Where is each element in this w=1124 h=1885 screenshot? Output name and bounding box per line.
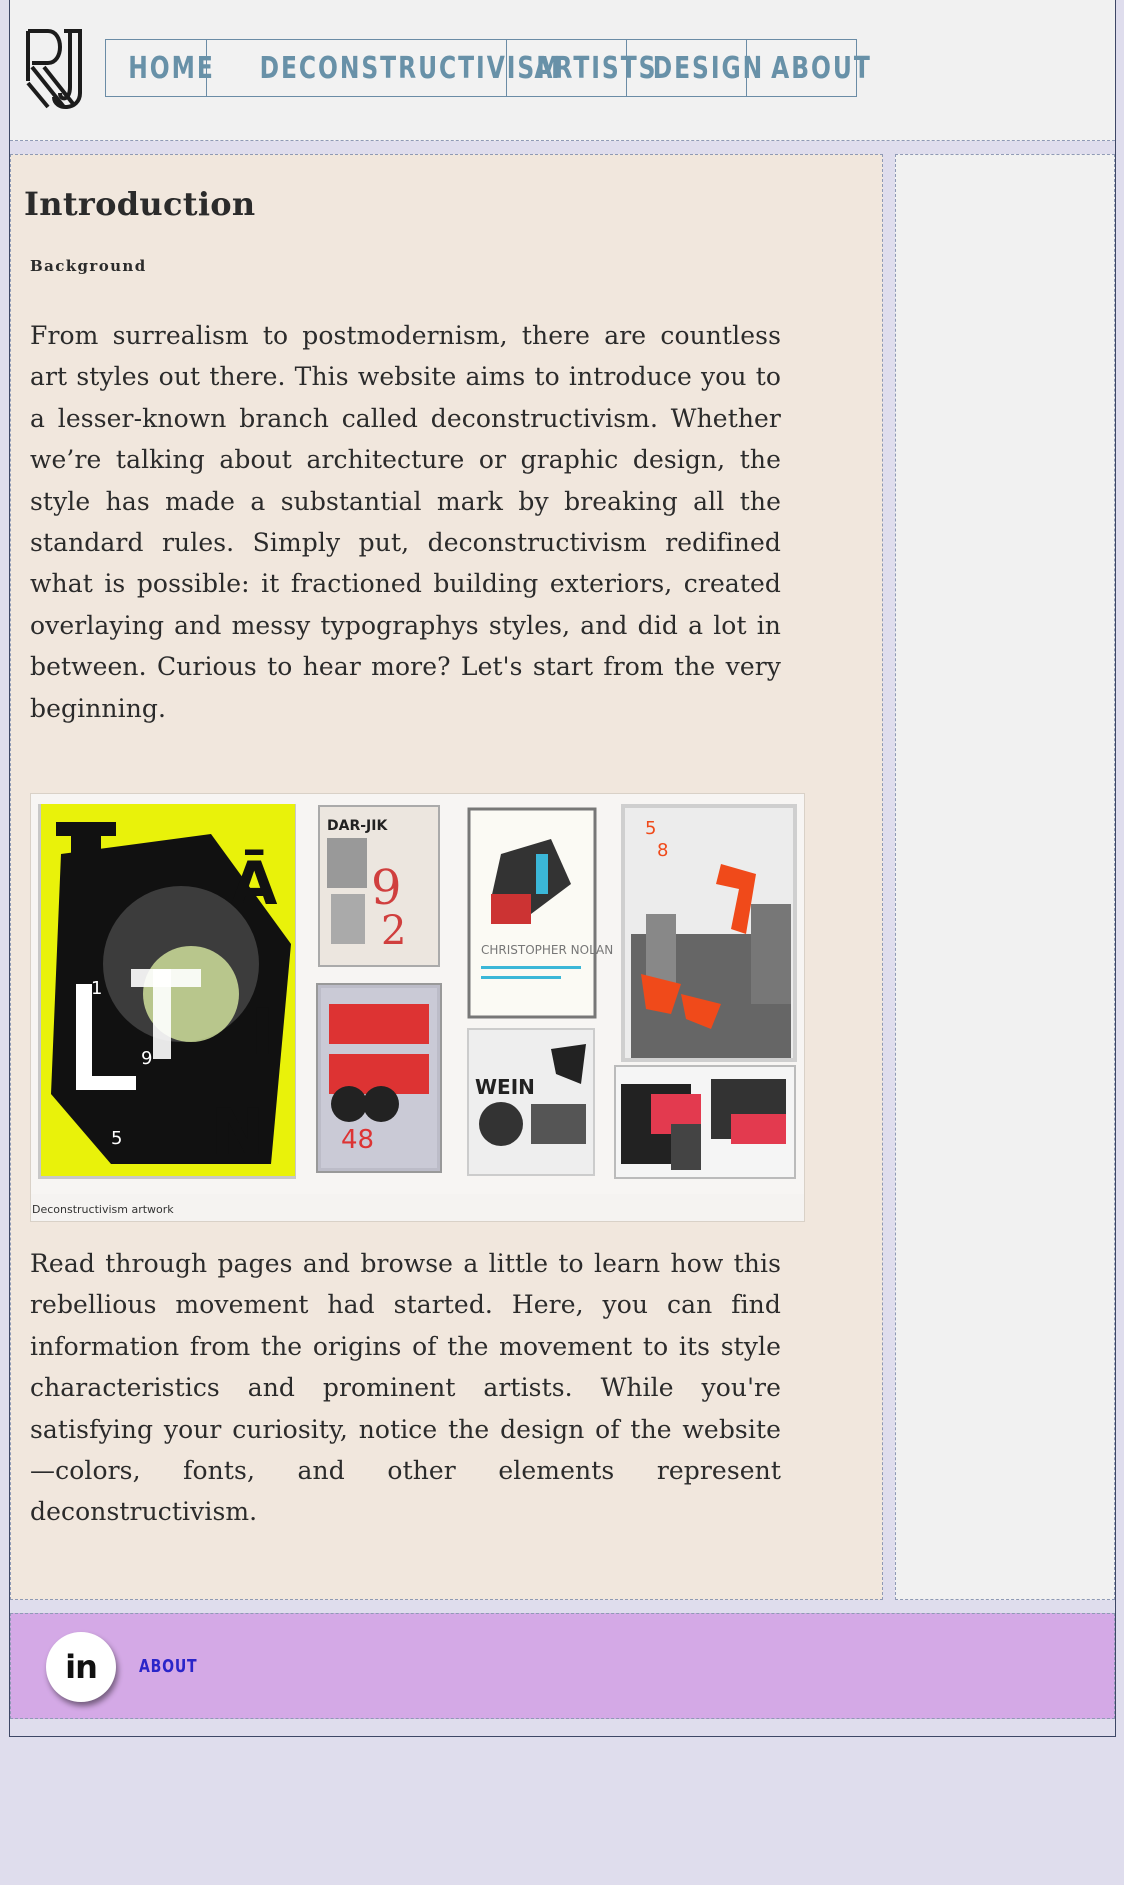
footer-about-link[interactable]: ABOUT: [139, 1656, 214, 1677]
svg-text:N: N: [211, 1096, 265, 1170]
footer-about-label: ABOUT: [139, 1656, 198, 1677]
svg-text:5: 5: [645, 818, 656, 839]
site-header: HOME DECONSTRUCTIVISM ARTISTS DESIGN ABO…: [10, 0, 1115, 141]
figure-caption: Deconstructivism artwork: [32, 1203, 174, 1216]
poster5-text: WEIN: [475, 1075, 535, 1099]
site-logo[interactable]: [24, 27, 88, 111]
nav-home-label: HOME: [128, 50, 215, 86]
svg-text:1: 1: [91, 978, 102, 999]
sidebar: [895, 154, 1115, 1600]
svg-text:Ā: Ā: [231, 848, 278, 919]
nav-home[interactable]: HOME: [106, 40, 213, 96]
nav-about-label: ABOUT: [771, 50, 872, 86]
section-label: Background: [30, 257, 147, 275]
main-content: Introduction Background From surrealism …: [10, 154, 883, 1600]
nav-deconstructivism-label: DECONSTRUCTIVISM: [259, 50, 562, 86]
poster3-name: CHRISTOPHER NOLAN: [481, 943, 613, 957]
nav-design-label: DESIGN: [652, 50, 765, 86]
closing-paragraph: Read through pages and browse a little t…: [30, 1249, 781, 1527]
svg-text:5: 5: [111, 1128, 122, 1149]
nav-deconstructivism[interactable]: DECONSTRUCTIVISM: [207, 40, 560, 96]
artwork-figure: Ā N I 1 9 5 DAR-JIK 9 2 CHRISTOPHER NOLA…: [30, 793, 805, 1222]
site-footer: in ABOUT: [10, 1613, 1115, 1719]
poster2-header: DAR-JIK: [327, 818, 388, 834]
svg-text:9: 9: [141, 1048, 152, 1069]
svg-text:8: 8: [657, 840, 668, 861]
page-title: Introduction: [24, 185, 256, 223]
intro-paragraph: From surrealism to postmodernism, there …: [30, 321, 781, 723]
artwork-image: Ā N I 1 9 5 DAR-JIK 9 2 CHRISTOPHER NOLA…: [31, 794, 804, 1194]
poster6-digits: 48: [341, 1125, 374, 1155]
svg-text:I: I: [251, 996, 275, 1070]
nav-artists-label: ARTISTS: [534, 50, 658, 86]
linkedin-icon[interactable]: in: [46, 1632, 116, 1702]
main-nav: HOME DECONSTRUCTIVISM ARTISTS DESIGN ABO…: [105, 39, 870, 97]
svg-text:2: 2: [381, 908, 406, 954]
